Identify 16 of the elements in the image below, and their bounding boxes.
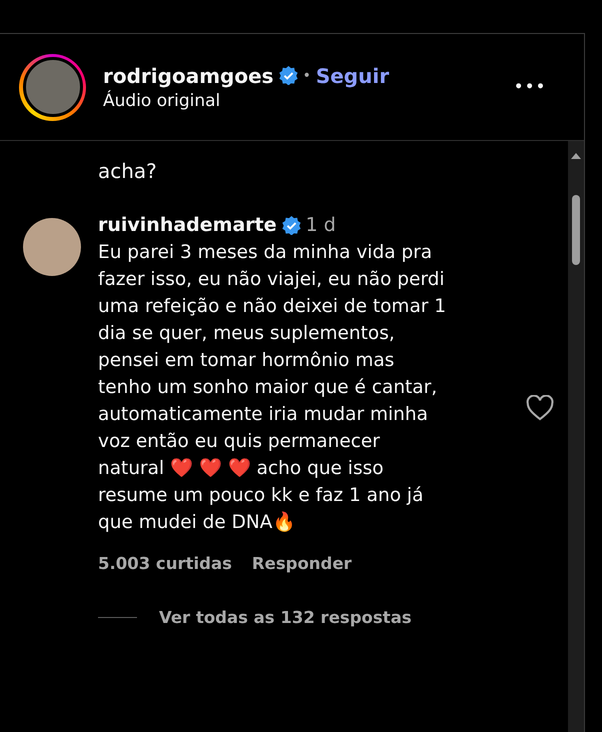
scrollbar[interactable] bbox=[568, 141, 584, 732]
audio-label[interactable]: Áudio original bbox=[103, 90, 514, 110]
likes-count[interactable]: 5.003 curtidas bbox=[98, 554, 232, 573]
scroll-thumb[interactable] bbox=[572, 195, 580, 265]
view-replies-link[interactable]: Ver todas as 132 respostas bbox=[159, 608, 412, 627]
comment-time: 1 d bbox=[306, 214, 336, 236]
follow-link[interactable]: Seguir bbox=[316, 64, 390, 88]
comment-text: Eu parei 3 meses da minha vida pra fazer isso, eu não viajei, eu não perdi uma refeição e não deixei de tomar 1 dia se quer, meus suplementos, pensei em tomar hormônio mas tenho um sonho maior que é cantar, automaticamente iria mudar minha voz então eu quis permanecer natural ❤ ❤ ❤ acho que isso resume um pouco kk e faz 1 ano já que mudei de DNA🔥 bbox=[98, 241, 448, 535]
comment-text: acha? bbox=[98, 158, 158, 185]
more-options[interactable]: ••• bbox=[514, 79, 547, 95]
username[interactable]: rodrigoamgoes bbox=[103, 64, 274, 88]
scroll-up-icon[interactable] bbox=[571, 153, 581, 159]
heart-icon[interactable] bbox=[526, 394, 554, 420]
separator-dot: • bbox=[302, 68, 311, 84]
reply-link[interactable]: Responder bbox=[252, 554, 352, 573]
username[interactable]: ruivinhademarte bbox=[98, 214, 277, 236]
